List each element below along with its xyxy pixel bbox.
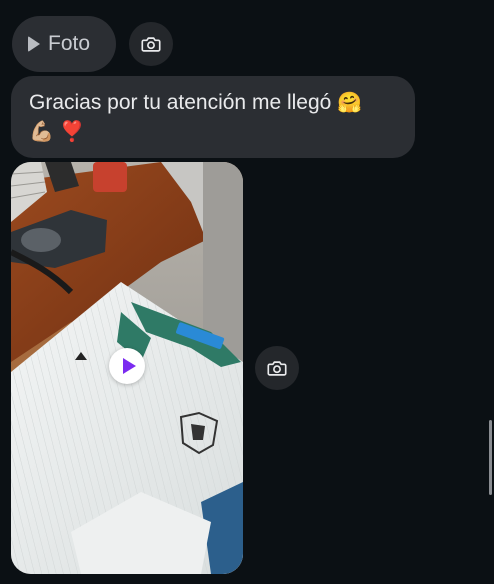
play-button[interactable]: [109, 348, 145, 384]
flexed-bicep-emoji: 💪🏼: [29, 119, 54, 143]
heart-exclamation-emoji: ❣️: [59, 119, 85, 143]
camera-button-video[interactable]: [255, 346, 299, 390]
photo-label: Foto: [48, 32, 91, 55]
message-bubble[interactable]: Gracias por tu atención me llegó 🤗 💪🏼 ❣️: [11, 76, 415, 158]
play-icon: [122, 358, 136, 374]
photo-message-pill[interactable]: Foto: [12, 16, 116, 72]
camera-icon: [267, 361, 287, 376]
scrollbar[interactable]: [489, 420, 492, 495]
hugging-emoji: 🤗: [337, 90, 363, 114]
camera-button[interactable]: [129, 22, 173, 66]
video-thumbnail[interactable]: [11, 162, 243, 574]
message-text: Gracias por tu atención me llegó: [29, 91, 332, 114]
play-icon: [28, 36, 40, 52]
camera-icon: [141, 37, 161, 52]
